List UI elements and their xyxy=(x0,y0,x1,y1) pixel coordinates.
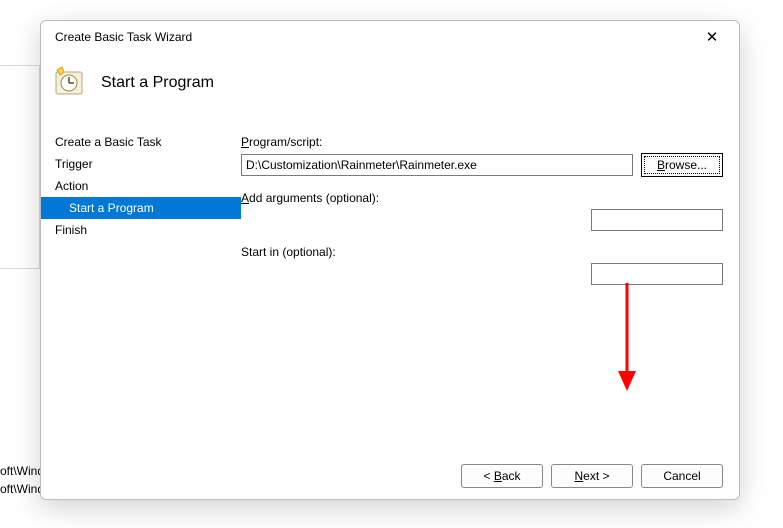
step-finish[interactable]: Finish xyxy=(41,219,241,241)
step-create-basic-task[interactable]: Create a Basic Task xyxy=(41,131,241,153)
window-title: Create Basic Task Wizard xyxy=(55,30,691,44)
back-button[interactable]: < Back xyxy=(461,464,543,488)
wizard-content: Program/script: Browse... Add arguments … xyxy=(241,113,739,453)
add-arguments-input[interactable] xyxy=(591,209,723,231)
start-in-input[interactable] xyxy=(591,263,723,285)
wizard-icon xyxy=(53,66,85,101)
step-start-a-program[interactable]: Start a Program xyxy=(41,197,241,219)
cancel-button[interactable]: Cancel xyxy=(641,464,723,488)
wizard-header: Start a Program xyxy=(41,53,739,113)
add-arguments-label: Add arguments (optional): xyxy=(241,191,723,205)
wizard-footer: < Back Next > Cancel xyxy=(41,453,739,499)
titlebar: Create Basic Task Wizard ✕ xyxy=(41,21,739,53)
browse-button[interactable]: Browse... xyxy=(641,153,723,177)
next-button[interactable]: Next > xyxy=(551,464,633,488)
program-script-label: Program/script: xyxy=(241,135,723,149)
close-icon: ✕ xyxy=(706,28,719,46)
step-trigger[interactable]: Trigger xyxy=(41,153,241,175)
program-script-input[interactable] xyxy=(241,154,633,176)
start-in-label: Start in (optional): xyxy=(241,245,723,259)
wizard-sidebar: Create a Basic Task Trigger Action Start… xyxy=(41,113,241,453)
wizard-body: Create a Basic Task Trigger Action Start… xyxy=(41,113,739,453)
close-button[interactable]: ✕ xyxy=(691,23,733,51)
step-action[interactable]: Action xyxy=(41,175,241,197)
wizard-dialog: Create Basic Task Wizard ✕ Start a Progr… xyxy=(40,20,740,500)
page-heading: Start a Program xyxy=(101,74,214,92)
